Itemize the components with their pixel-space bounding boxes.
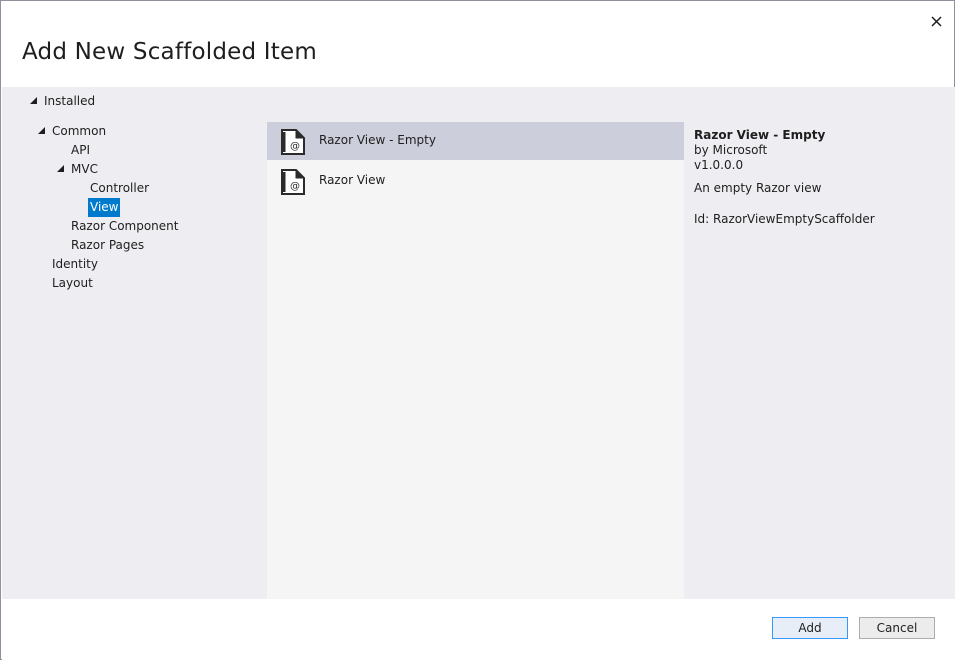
details-pane: Razor View - Empty by Microsoft v1.0.0.0… — [694, 128, 944, 227]
list-item[interactable]: @ Razor View — [267, 162, 684, 200]
details-id: Id: RazorViewEmptyScaffolder — [694, 212, 875, 226]
tree-label-view: View — [88, 198, 121, 217]
tree-label-common: Common — [52, 124, 107, 138]
expanded-arrow-icon[interactable] — [57, 165, 64, 172]
details-title: Razor View - Empty — [694, 128, 826, 142]
template-label: Razor View - Empty — [319, 133, 436, 147]
expanded-arrow-icon[interactable] — [38, 127, 45, 134]
cancel-button[interactable]: Cancel — [859, 617, 935, 639]
add-scaffolded-item-dialog: Add New Scaffolded Item Installed Common… — [0, 0, 955, 660]
tree-label-controller: Controller — [90, 181, 150, 195]
tree-label-identity: Identity — [52, 257, 98, 271]
tree-label-layout: Layout — [52, 276, 93, 290]
razor-file-icon: @ — [281, 169, 305, 195]
tree-label-razor-component: Razor Component — [71, 219, 179, 233]
tree-label-installed: Installed — [44, 94, 96, 108]
dialog-title: Add New Scaffolded Item — [22, 39, 317, 65]
details-description: An empty Razor view — [694, 181, 822, 195]
add-button[interactable]: Add — [772, 617, 848, 639]
tree-label-razor-pages: Razor Pages — [71, 238, 145, 252]
tree-label-mvc: MVC — [71, 162, 98, 176]
svg-text:@: @ — [290, 181, 300, 192]
close-button[interactable] — [926, 11, 946, 31]
razor-file-icon: @ — [281, 129, 305, 155]
template-list: @ Razor View - Empty @ Razor View — [267, 122, 684, 599]
expanded-arrow-icon[interactable] — [30, 97, 37, 104]
details-version: v1.0.0.0 — [694, 158, 744, 172]
close-icon — [930, 15, 942, 27]
details-author: by Microsoft — [694, 143, 768, 157]
list-item[interactable]: @ Razor View - Empty — [267, 122, 684, 160]
tree-label-api: API — [71, 143, 90, 157]
template-label: Razor View — [319, 173, 386, 187]
svg-text:@: @ — [290, 141, 300, 152]
